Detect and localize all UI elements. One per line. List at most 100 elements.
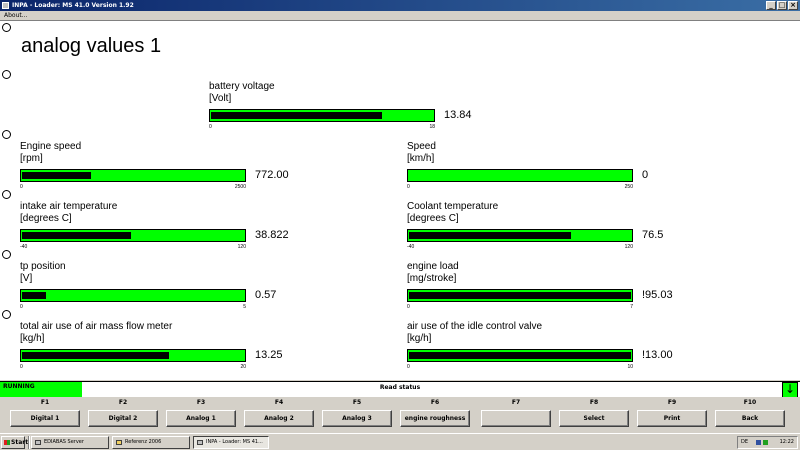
gauge-bar — [20, 289, 246, 302]
selector-radio-2[interactable] — [2, 70, 11, 79]
taskbar-item-label: Referenz 2006 — [125, 439, 162, 445]
gauge: tp position [V] 0.57 0 5 — [20, 261, 320, 319]
network-icon[interactable] — [756, 440, 761, 445]
taskbar-item[interactable]: EDIABAS Server — [31, 436, 109, 449]
fkey-f8: F8 Select — [559, 397, 629, 430]
fkey-button[interactable]: Print — [637, 410, 707, 427]
gauge-label: Engine speed — [20, 141, 82, 152]
fkey-button[interactable] — [481, 410, 551, 427]
fkey-button[interactable]: Analog 3 — [322, 410, 392, 427]
fkey-button[interactable]: Analog 1 — [166, 410, 236, 427]
gauge-fill — [409, 232, 571, 239]
fkey-f1: F1 Digital 1 — [10, 397, 80, 430]
fkey-button[interactable]: Analog 2 — [244, 410, 314, 427]
gauge-value: 13.25 — [255, 349, 283, 361]
app-icon — [2, 2, 9, 9]
gauge-value: 0 — [642, 169, 649, 181]
taskbar-item[interactable]: Referenz 2006 — [112, 436, 190, 449]
maximize-button[interactable]: □ — [777, 1, 787, 10]
fkey-button[interactable]: Select — [559, 410, 629, 427]
fkey-button[interactable]: engine roughness — [400, 410, 470, 427]
selector-radio-6[interactable] — [2, 310, 11, 319]
main-panel: analog values 1 battery voltage [Volt] 13.… — [0, 20, 800, 380]
gauge: engine load [mg/stroke] !95.03 0 7 — [407, 261, 707, 319]
gauge-max-label: 5 — [243, 304, 246, 310]
fkey-button[interactable]: Digital 2 — [88, 410, 158, 427]
gauge-bar — [407, 349, 633, 362]
gauge-unit: [km/h] — [407, 153, 435, 164]
menu-bar: About... — [0, 11, 800, 20]
taskbar: Start EDIABAS Server Referenz 2006 INPA - … — [0, 433, 800, 450]
gauge: battery voltage [Volt] 13.84 0 18 — [209, 81, 509, 139]
taskbar-item[interactable]: INPA - Loader: MS 41... — [193, 436, 269, 449]
gauge-value: 13.84 — [444, 109, 472, 121]
gauge-label: engine load — [407, 261, 459, 272]
gauge-unit: [kg/h] — [20, 333, 45, 344]
gauge-max-label: 2500 — [234, 184, 246, 190]
fkey-f4: F4 Analog 2 — [244, 397, 314, 430]
fkey-f5: F5 Analog 3 — [322, 397, 392, 430]
fkey-f10: F10 Back — [715, 397, 785, 430]
gauge: Engine speed [rpm] 772.00 0 2500 — [20, 141, 320, 199]
window-controls: _ □ × — [766, 1, 798, 10]
gauge-fill — [22, 292, 46, 299]
page-title: analog values 1 — [21, 35, 162, 57]
gauge-bar — [407, 229, 633, 242]
gauge-label: total air use of air mass flow meter — [20, 321, 173, 332]
start-label: Start — [11, 439, 29, 446]
gauge-max-label: 20 — [240, 364, 246, 370]
gauge-value: 0.57 — [255, 289, 277, 301]
fkey-number: F10 — [743, 399, 757, 406]
gauge-bar — [20, 169, 246, 182]
app-window-icon — [197, 440, 203, 445]
fkey-number: F9 — [667, 399, 677, 406]
gauge-fill — [409, 292, 631, 299]
fkey-number: F5 — [352, 399, 362, 406]
fkey-number: F1 — [40, 399, 50, 406]
gauge-fill — [211, 112, 382, 119]
gauge: Coolant temperature [degrees C] 76.5 -40 120 — [407, 201, 707, 259]
fkey-button[interactable]: Digital 1 — [10, 410, 80, 427]
gauge-bar — [20, 349, 246, 362]
gauge-label: Speed — [407, 141, 436, 152]
gauge: total air use of air mass flow meter [kg/… — [20, 321, 320, 379]
gauge-unit: [degrees C] — [407, 213, 459, 224]
language-indicator[interactable]: DE — [741, 437, 748, 448]
gauge-max-label: 10 — [627, 364, 633, 370]
taskbar-item-label: INPA - Loader: MS 41... — [206, 439, 263, 445]
selector-radio-5[interactable] — [2, 250, 11, 259]
gauge-value: 38.822 — [255, 229, 289, 241]
gauge-max-label: 250 — [624, 184, 633, 190]
gauge-fill — [409, 352, 631, 359]
tray-app-icon[interactable] — [763, 440, 768, 445]
gauge-value: !13.00 — [642, 349, 673, 361]
taskbar-item-label: EDIABAS Server — [44, 439, 84, 445]
gauge-max-label: 120 — [237, 244, 246, 250]
gauge-label: Coolant temperature — [407, 201, 499, 212]
windows-logo-icon — [4, 440, 10, 445]
gauge: Speed [km/h] 0 0 250 — [407, 141, 707, 199]
app-window-icon — [35, 440, 41, 445]
status-row: RUNNING Read status ↓ — [0, 381, 800, 398]
gauge-bar — [407, 169, 633, 182]
start-button[interactable]: Start — [1, 436, 29, 449]
fkey-button[interactable]: Back — [715, 410, 785, 427]
fkey-f2: F2 Digital 2 — [88, 397, 158, 430]
fkey-f3: F3 Analog 1 — [166, 397, 236, 430]
down-arrow-icon[interactable]: ↓ — [782, 382, 798, 398]
menu-about[interactable]: About... — [4, 12, 27, 19]
gauge-max-label: 7 — [630, 304, 633, 310]
minimize-button[interactable]: _ — [766, 1, 776, 10]
gauge-label: air use of the idle control valve — [407, 321, 543, 332]
gauge-fill — [22, 172, 91, 179]
close-button[interactable]: × — [788, 1, 798, 10]
gauge-fill — [22, 352, 169, 359]
selector-radio-1[interactable] — [2, 23, 11, 32]
gauge-value: !95.03 — [642, 289, 673, 301]
window-title-bar: INPA - Loader: MS 41.0 Version 1.92 _ □ … — [0, 0, 800, 11]
selector-radio-4[interactable] — [2, 190, 11, 199]
status-text: Read status — [379, 384, 421, 391]
gauge: air use of the idle control valve [kg/h]!… — [407, 321, 707, 379]
fkey-number: F6 — [430, 399, 440, 406]
selector-radio-3[interactable] — [2, 130, 11, 139]
